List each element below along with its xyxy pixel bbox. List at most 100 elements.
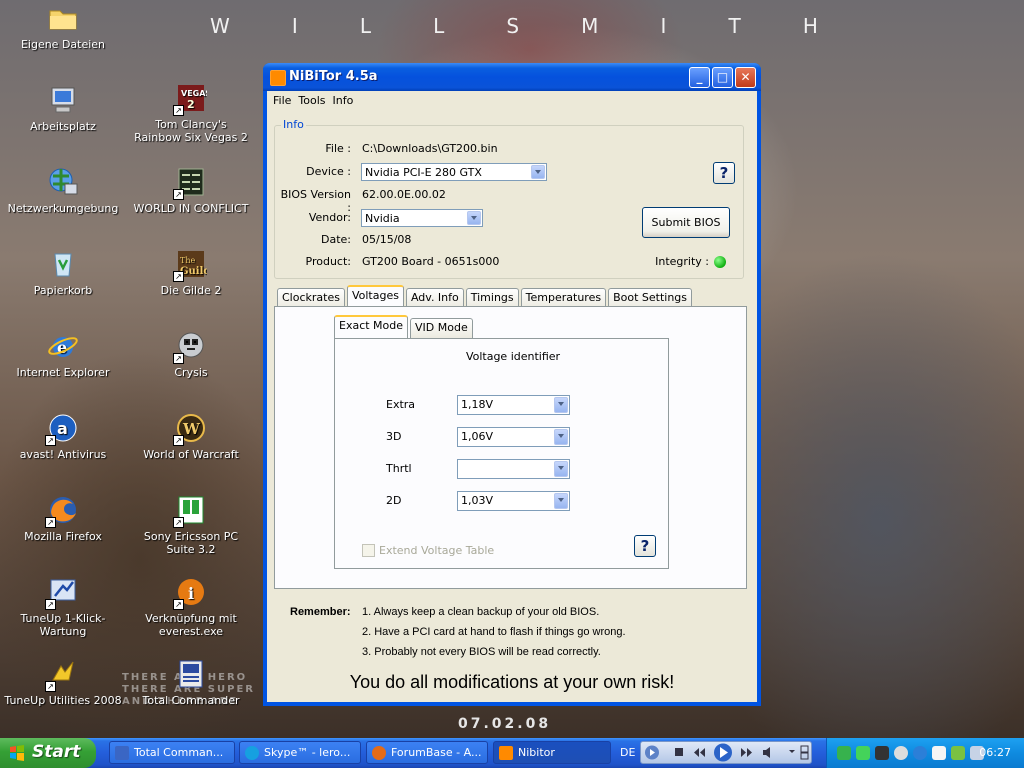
3d-label: 3D — [386, 430, 402, 443]
language-indicator[interactable]: DE — [620, 746, 635, 759]
notice-line-1: 1. Always keep a clean backup of your ol… — [362, 606, 600, 618]
everest-icon: i ↗ — [173, 576, 207, 610]
extend-voltage-checkbox[interactable] — [362, 544, 375, 557]
product-label: Product: — [305, 255, 351, 268]
close-button[interactable]: ✕ — [735, 67, 756, 88]
risk-warning: You do all modifications at your own ris… — [349, 672, 675, 692]
desktop-icon-arbeitsplatz[interactable]: Arbeitsplatz — [3, 84, 123, 133]
wallpaper-title: W I L L S M I T H — [210, 14, 820, 38]
window-title: NiBiTor 4.5a — [289, 69, 378, 84]
desktop-icon-total-commander[interactable]: Total Commander — [131, 658, 251, 707]
help-button[interactable]: ? — [713, 162, 735, 184]
menu-file[interactable]: File — [271, 91, 296, 110]
desktop-icon-papierkorb[interactable]: Papierkorb — [3, 248, 123, 297]
file-value: C:\Downloads\GT200.bin — [362, 142, 498, 155]
chevron-down-icon[interactable] — [554, 397, 568, 413]
menu-bar: File Tools Info — [267, 91, 757, 110]
product-value: GT200 Board - 0651s000 — [362, 255, 500, 268]
svg-text:Guild: Guild — [180, 266, 207, 277]
computer-icon — [47, 84, 79, 116]
tab-vid-mode[interactable]: VID Mode — [410, 318, 473, 338]
chevron-down-icon[interactable] — [554, 493, 568, 509]
2d-voltage-value: 1,03V — [461, 494, 494, 507]
vendor-select[interactable]: Nvidia — [361, 209, 483, 227]
avast-tray-icon[interactable] — [913, 746, 927, 760]
menu-info[interactable]: Info — [331, 91, 359, 110]
desktop-icon-netzwerkumgebung[interactable]: Netzwerkumgebung — [3, 166, 123, 215]
integrity-indicator — [714, 256, 726, 268]
desktop-icon-rainbow-six[interactable]: VEGAS2↗ Tom Clancy's Rainbow Six Vegas 2 — [131, 84, 251, 144]
extra-voltage-select[interactable]: 1,18V — [457, 395, 570, 415]
voltage-help-button[interactable]: ? — [634, 535, 656, 557]
start-button[interactable]: Start — [0, 738, 96, 768]
skype-tray-icon[interactable] — [837, 746, 851, 760]
gilde-icon: The Guild ↗ — [173, 248, 210, 282]
info-tray-icon[interactable] — [932, 746, 946, 760]
desktop-icon-world-of-warcraft[interactable]: W ↗ World of Warcraft — [131, 412, 251, 461]
submit-bios-button[interactable]: Submit BIOS — [642, 207, 730, 238]
tab-temperatures[interactable]: Temperatures — [520, 288, 607, 308]
device-select[interactable]: Nvidia PCI-E 280 GTX — [361, 163, 547, 181]
tuneup-icon: ↗ — [45, 576, 79, 610]
recycle-bin-icon — [47, 248, 79, 280]
task-total-commander[interactable]: Total Comman... — [109, 741, 235, 764]
svg-text:VEGAS: VEGAS — [181, 89, 207, 98]
system-tray: 06:27 — [826, 738, 1024, 768]
tab-timings[interactable]: Timings — [465, 288, 519, 308]
info-legend: Info — [281, 118, 306, 131]
wic-icon: ↗ — [173, 166, 207, 200]
desktop-icon-tuneup-utilities[interactable]: ↗ TuneUp Utilities 2008 — [3, 658, 123, 707]
voltages-panel: Exact Mode VID Mode Voltage identifier E… — [274, 306, 747, 589]
task-skype[interactable]: Skype™ - lero... — [239, 741, 361, 764]
task-forumbase[interactable]: ForumBase - A... — [366, 741, 488, 764]
3d-voltage-value: 1,06V — [461, 430, 494, 443]
voltage-heading: Voltage identifier — [465, 350, 561, 363]
desktop-icon-crysis[interactable]: ↗ Crysis — [131, 330, 251, 379]
date-label: Date: — [321, 233, 351, 246]
tab-exact-mode[interactable]: Exact Mode — [334, 315, 409, 339]
chevron-down-icon[interactable] — [554, 461, 568, 477]
desktop-icon-world-in-conflict[interactable]: ↗ WORLD IN CONFLICT — [131, 166, 251, 215]
3d-voltage-select[interactable]: 1,06V — [457, 427, 570, 447]
taskbar: Start Total Comman... Skype™ - lero... F… — [0, 738, 1024, 768]
task-nibitor[interactable]: Nibitor — [493, 741, 611, 764]
battery-icon[interactable] — [856, 746, 870, 760]
vegas-icon: VEGAS2↗ — [173, 82, 211, 116]
start-label: Start — [32, 742, 81, 762]
minimize-button[interactable]: _ — [689, 67, 710, 88]
tab-clockrates[interactable]: Clockrates — [277, 288, 345, 308]
media-player-toolbar[interactable] — [640, 741, 812, 764]
desktop-icon-avast[interactable]: a ↗ avast! Antivirus — [3, 412, 123, 461]
extra-voltage-value: 1,18V — [461, 398, 494, 411]
total-commander-icon — [175, 658, 207, 690]
desktop-icon-internet-explorer[interactable]: e Internet Explorer — [3, 330, 123, 379]
thrtl-voltage-select[interactable] — [457, 459, 570, 479]
date-value: 05/15/08 — [362, 233, 412, 246]
nvidia-tray-icon[interactable] — [951, 746, 965, 760]
clock[interactable]: 06:27 — [979, 746, 1011, 759]
desktop-icon-tuneup-wartung[interactable]: ↗ TuneUp 1-Klick-Wartung — [3, 576, 123, 638]
network-tray-icon[interactable] — [875, 746, 889, 760]
chevron-down-icon[interactable] — [554, 429, 568, 445]
desktop-icon-eigene-dateien[interactable]: Eigene Dateien — [3, 2, 123, 51]
tab-boot-settings[interactable]: Boot Settings — [608, 288, 693, 308]
desktop-icon-everest[interactable]: i ↗ Verknüpfung mit everest.exe — [131, 576, 251, 638]
chevron-down-icon[interactable] — [531, 165, 545, 179]
desktop-icon-die-gilde[interactable]: The Guild ↗ Die Gilde 2 — [131, 248, 251, 297]
wow-icon: W ↗ — [173, 412, 207, 446]
svg-text:W: W — [182, 420, 201, 438]
menu-tools[interactable]: Tools — [296, 91, 330, 110]
desktop-icon-sony-ericsson[interactable]: ↗ Sony Ericsson PC Suite 3.2 — [131, 494, 251, 556]
disk-icon[interactable] — [894, 746, 908, 760]
desktop-icon-firefox[interactable]: ↗ Mozilla Firefox — [3, 494, 123, 543]
chevron-down-icon[interactable] — [467, 211, 481, 225]
svg-text:The: The — [180, 256, 195, 265]
2d-voltage-select[interactable]: 1,03V — [457, 491, 570, 511]
extra-label: Extra — [386, 398, 416, 411]
svg-text:2: 2 — [187, 98, 195, 111]
file-label: File : — [325, 142, 351, 155]
notice-line-3: 3. Probably not every BIOS will be read … — [362, 646, 601, 658]
tab-adv-info[interactable]: Adv. Info — [405, 288, 464, 308]
maximize-button[interactable]: □ — [712, 67, 733, 88]
title-bar[interactable]: NiBiTor 4.5a _ □ ✕ — [263, 63, 761, 91]
